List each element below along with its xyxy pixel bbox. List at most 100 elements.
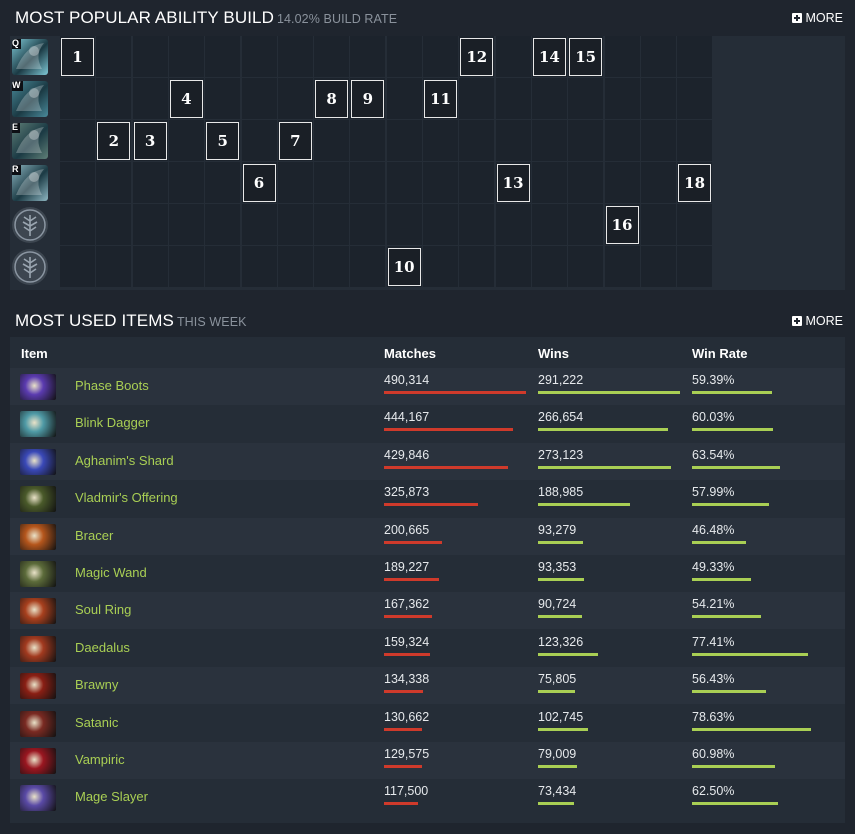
brawny-icon[interactable]: [20, 673, 56, 700]
wins-bar: [538, 540, 583, 544]
item-name[interactable]: Aghanim's Shard: [75, 453, 174, 468]
wins-bar: [538, 578, 584, 581]
grid-cell: [60, 78, 95, 119]
plus-icon: [791, 13, 802, 23]
daedalus-icon[interactable]: [20, 635, 56, 662]
grid-cell: [604, 120, 640, 161]
grid-cell: [423, 204, 458, 245]
table-row[interactable]: Vladmir's Offering 325,873 188,985 57.99%: [10, 480, 845, 517]
table-row[interactable]: Phase Boots 490,314 291,222 59.39%: [10, 368, 845, 405]
matches-bar: [384, 503, 478, 507]
bracer-icon[interactable]: [20, 523, 56, 550]
matches-bar: [384, 727, 422, 731]
ability-r-icon[interactable]: R: [12, 165, 48, 201]
level-box-18: 18: [678, 164, 712, 202]
grid-cell: [568, 78, 604, 119]
matches-bar: [384, 802, 418, 806]
grid-cell: [314, 162, 350, 203]
grid-cell: [640, 246, 676, 287]
wins-value: 90,724: [538, 597, 577, 612]
column-header-item[interactable]: Item: [21, 346, 48, 361]
ability-e-icon[interactable]: E: [12, 123, 48, 159]
item-name[interactable]: Soul Ring: [75, 602, 131, 617]
ability-q-icon[interactable]: Q: [12, 39, 48, 75]
grid-cell: [459, 246, 495, 287]
matches-bar: [384, 615, 432, 619]
satanic-icon[interactable]: [20, 710, 56, 737]
table-row[interactable]: Mage Slayer 117,500 73,434 62.50%: [10, 779, 845, 816]
wins-bar: [538, 391, 680, 394]
win-rate-bar: [692, 802, 778, 806]
matches-value: 134,338: [384, 672, 430, 687]
grid-cell: [640, 162, 676, 203]
table-row[interactable]: Magic Wand 189,227 93,353 49.33%: [10, 555, 845, 592]
aghanims-shard-icon[interactable]: [20, 448, 56, 475]
blink-dagger-icon[interactable]: [20, 411, 56, 438]
grid-cell: [132, 36, 168, 77]
wins-bar: [538, 465, 671, 469]
item-name[interactable]: Vladmir's Offering: [75, 490, 178, 505]
mage-slayer-icon[interactable]: [20, 785, 56, 812]
ability-w-icon[interactable]: W: [12, 81, 48, 117]
level-box-7: 7: [278, 122, 312, 160]
win-rate-bar: [692, 765, 775, 768]
table-row[interactable]: Bracer 200,665 93,279 46.48%: [10, 517, 845, 555]
grid-cell: [277, 36, 313, 77]
level-box-14: 14: [532, 38, 566, 76]
item-name[interactable]: Daedalus: [75, 640, 130, 655]
ability-more-button[interactable]: MORE: [791, 11, 843, 25]
win-rate-bar: [692, 690, 766, 694]
win-rate-value: 57.99%: [692, 485, 735, 500]
ability-build-panel: QWER 1 2 3 4 5 6 7 8 9 10 11 12 13 14 15 16 18: [10, 36, 845, 290]
item-name[interactable]: Vampiric: [75, 752, 125, 767]
table-row[interactable]: Soul Ring 167,362 90,724 54.21%: [10, 592, 845, 630]
grid-cell: [568, 246, 604, 287]
grid-cell: [459, 78, 495, 119]
talent-tree-icon[interactable]: [12, 207, 48, 243]
column-header-wins[interactable]: Wins: [538, 346, 569, 361]
item-name[interactable]: Mage Slayer: [75, 789, 148, 804]
grid-cell: [604, 162, 640, 203]
item-name[interactable]: Blink Dagger: [75, 415, 149, 430]
item-name[interactable]: Magic Wand: [75, 565, 147, 580]
grid-cell: [60, 204, 95, 245]
level-box-3: 3: [133, 122, 167, 160]
item-name[interactable]: Phase Boots: [75, 378, 149, 393]
grid-cell: [495, 204, 531, 245]
column-header-matches[interactable]: Matches: [384, 346, 436, 361]
win-rate-bar: [692, 428, 773, 432]
phase-boots-icon[interactable]: [20, 374, 56, 400]
grid-cell: [168, 120, 204, 161]
table-row[interactable]: Blink Dagger 444,167 266,654 60.03%: [10, 405, 845, 442]
grid-cell: [314, 204, 350, 245]
table-row[interactable]: Aghanim's Shard 429,846 273,123 63.54%: [10, 442, 845, 480]
table-row[interactable]: Brawny 134,338 75,805 56.43%: [10, 667, 845, 705]
grid-cell: [132, 204, 168, 245]
table-row[interactable]: Satanic 130,662 102,745 78.63%: [10, 705, 845, 742]
item-name[interactable]: Satanic: [75, 715, 118, 730]
ability-hotkey-label: Q: [12, 39, 22, 49]
wins-value: 123,326: [538, 634, 584, 649]
items-more-button[interactable]: MORE: [791, 314, 843, 328]
matches-value: 130,662: [384, 709, 430, 724]
grid-cell: [568, 162, 604, 203]
vladmirs-offering-icon[interactable]: [20, 486, 56, 513]
wins-bar: [538, 727, 588, 731]
column-header-win-rate[interactable]: Win Rate: [692, 346, 748, 361]
grid-cell: [677, 204, 713, 245]
wins-value: 93,279: [538, 522, 577, 537]
table-row[interactable]: Vampiric 129,575 79,009 60.98%: [10, 742, 845, 779]
ability-build-header: Most Popular Ability Build 14.02% Build R…: [0, 0, 855, 34]
win-rate-bar: [692, 578, 751, 581]
level-box-4: 4: [169, 80, 203, 118]
item-name[interactable]: Brawny: [75, 677, 118, 692]
level-box-16: 16: [605, 206, 639, 244]
grid-cell: [495, 246, 531, 287]
soul-ring-icon[interactable]: [20, 598, 56, 625]
vampiric-icon[interactable]: [20, 748, 56, 774]
items-title-text: Most Used Items: [15, 311, 174, 330]
talent-tree-icon[interactable]: [12, 249, 48, 285]
item-name[interactable]: Bracer: [75, 528, 113, 543]
table-row[interactable]: Daedalus 159,324 123,326 77.41%: [10, 630, 845, 667]
magic-wand-icon[interactable]: [20, 561, 56, 587]
